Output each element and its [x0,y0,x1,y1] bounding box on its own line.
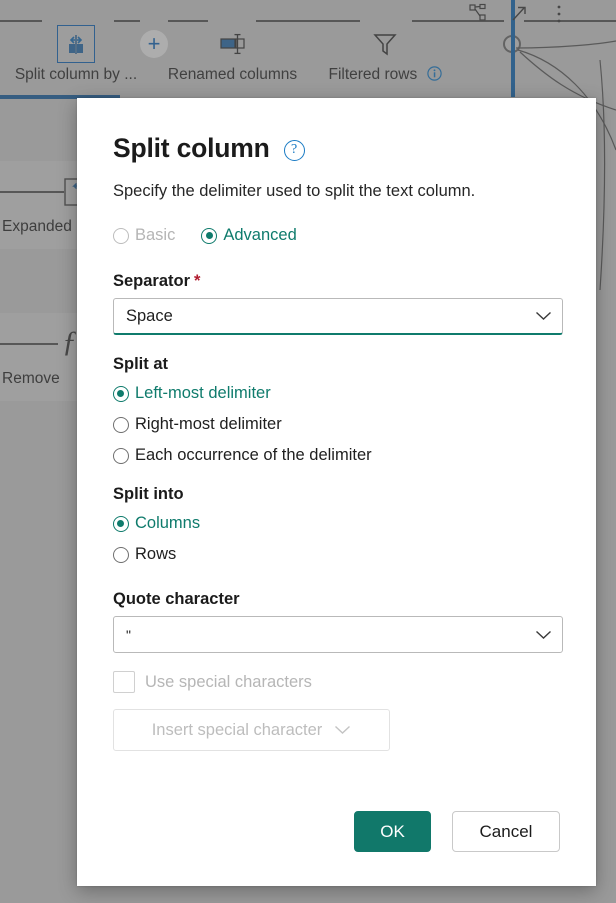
quote-character-value: " [126,627,535,643]
split-at-radio-group: Left-most delimiter Right-most delimiter… [113,384,560,465]
radio-right-most-label: Right-most delimiter [135,415,282,434]
radio-right-most-delimiter[interactable]: Right-most delimiter [113,415,560,434]
insert-special-character-dropdown[interactable]: Insert special character [113,709,390,751]
insert-special-character-label: Insert special character [152,721,323,740]
chevron-down-icon [334,725,351,735]
radio-advanced[interactable]: Advanced [201,226,296,245]
radio-basic-indicator [113,228,129,244]
radio-advanced-indicator [201,228,217,244]
radio-rows-label: Rows [135,545,176,564]
chevron-down-icon [535,630,552,640]
required-mark: * [194,272,200,290]
radio-advanced-label: Advanced [223,226,296,245]
separator-value: Space [126,307,535,326]
radio-columns[interactable]: Columns [113,514,560,533]
radio-left-most-indicator [113,386,129,402]
radio-each-occurrence-indicator [113,448,129,464]
row-connector [0,343,58,345]
radio-basic[interactable]: Basic [113,226,175,245]
radio-rows-indicator [113,547,129,563]
background-row-label: Expanded [2,218,72,236]
chevron-down-icon [535,311,552,321]
ok-button[interactable]: OK [354,811,431,852]
quote-character-dropdown[interactable]: " [113,616,563,653]
function-fx-icon: ƒ [62,325,77,359]
radio-left-most-delimiter[interactable]: Left-most delimiter [113,384,560,403]
cancel-button[interactable]: Cancel [452,811,560,852]
radio-rows[interactable]: Rows [113,545,560,564]
radio-columns-indicator [113,516,129,532]
use-special-characters-checkbox[interactable] [113,671,135,693]
mode-radio-group: Basic Advanced [113,226,560,245]
radio-basic-label: Basic [135,226,175,245]
help-icon[interactable]: ? [284,140,305,161]
quote-character-label: Quote character [113,590,560,609]
background-row-label: Remove [2,370,60,388]
radio-right-most-indicator [113,417,129,433]
split-into-radio-group: Columns Rows [113,514,560,564]
dialog-subtitle: Specify the delimiter used to split the … [113,182,560,201]
use-special-characters-row[interactable]: Use special characters [113,671,560,693]
dialog-actions: OK Cancel [354,811,560,852]
radio-left-most-label: Left-most delimiter [135,384,271,403]
row-connector [0,191,64,193]
radio-columns-label: Columns [135,514,200,533]
separator-label: Separator* [113,272,560,291]
split-into-label: Split into [113,485,560,504]
dialog-title: Split column [113,133,270,164]
split-column-dialog: Split column ? Specify the delimiter use… [77,98,596,886]
radio-each-occurrence-label: Each occurrence of the delimiter [135,446,372,465]
separator-dropdown[interactable]: Space [113,298,563,335]
dialog-header: Split column ? [113,98,560,164]
split-at-label: Split at [113,355,560,374]
radio-each-occurrence[interactable]: Each occurrence of the delimiter [113,446,560,465]
use-special-characters-label: Use special characters [145,673,312,692]
